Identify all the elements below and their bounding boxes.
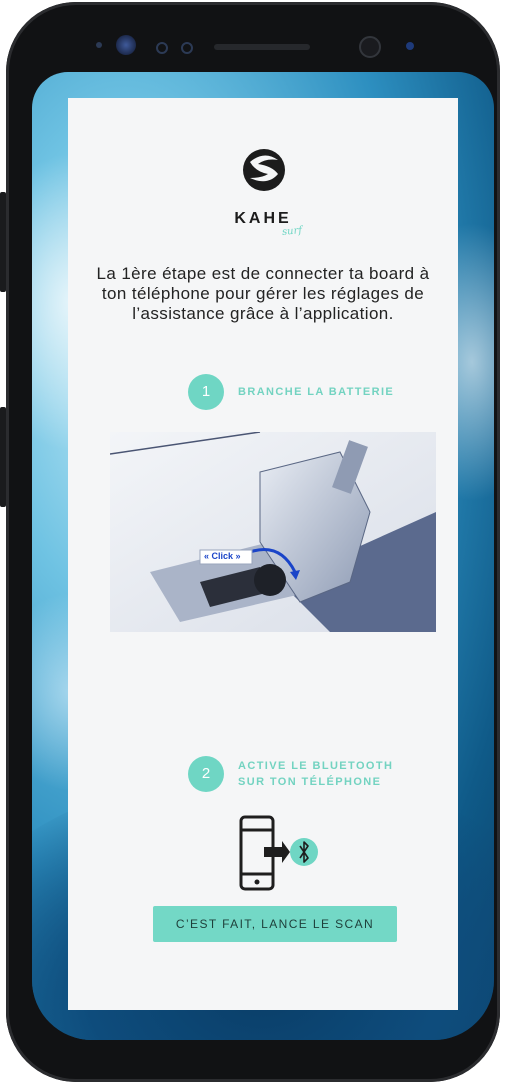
sensor-dot <box>156 42 168 54</box>
sensor-dot <box>406 42 414 50</box>
onboarding-card: KAHE surf La 1ère étape est de connecter… <box>68 98 458 1010</box>
step-1-label: BRANCHE LA BATTERIE <box>238 386 395 398</box>
phone-screen: KAHE surf La 1ère étape est de connecter… <box>32 72 494 1040</box>
step-2-label-line2: SUR TON TÉLÉPHONE <box>238 776 382 788</box>
phone-frame: KAHE surf La 1ère étape est de connecter… <box>0 2 500 1082</box>
step-2-label-line1: ACTIVE LE BLUETOOTH <box>238 760 394 772</box>
volume-button <box>0 192 6 292</box>
iris-sensor <box>116 35 136 55</box>
step-2-number: 2 <box>188 756 224 792</box>
start-scan-button[interactable]: C’EST FAIT, LANCE LE SCAN <box>153 906 397 942</box>
phone-to-bluetooth-icon <box>239 815 318 891</box>
battery-connection-photo: « Click » <box>110 432 436 632</box>
bixby-button <box>0 407 6 507</box>
front-camera <box>359 36 381 58</box>
intro-text: La 1ère étape est de connecter ta board … <box>96 264 430 323</box>
brand-name: KAHE <box>234 210 292 227</box>
click-callout: « Click » <box>204 551 241 561</box>
step-1-number: 1 <box>188 374 224 410</box>
sensor-dot <box>96 42 102 48</box>
earpiece-speaker <box>214 44 310 50</box>
brand-tagline: surf <box>281 224 303 239</box>
sensor-dot <box>181 42 193 54</box>
